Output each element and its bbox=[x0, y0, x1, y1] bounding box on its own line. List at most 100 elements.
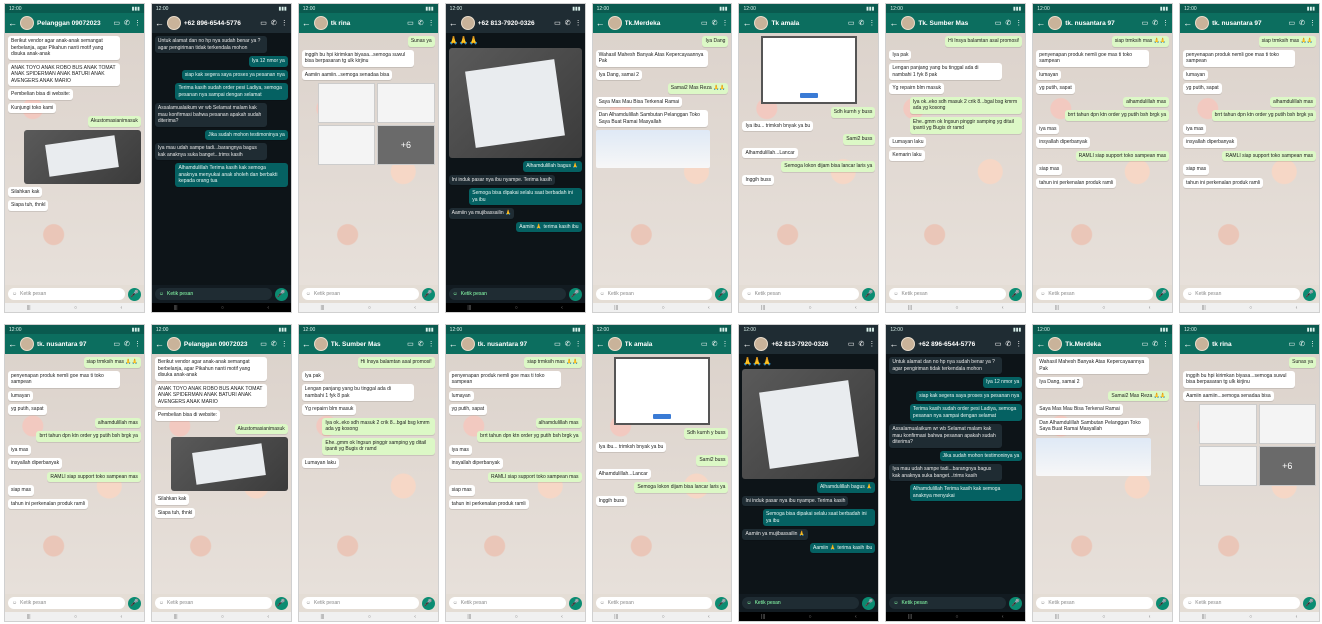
microphone-icon[interactable]: 🎤 bbox=[421, 287, 435, 301]
phone-call-icon[interactable]: ✆ bbox=[271, 340, 277, 348]
emoji-icon[interactable]: ☺ bbox=[453, 600, 458, 606]
home-icon[interactable]: ○ bbox=[1102, 614, 1105, 620]
video-call-icon[interactable]: ▭ bbox=[1142, 340, 1149, 348]
home-icon[interactable]: ○ bbox=[368, 305, 371, 311]
back-arrow-icon[interactable]: ← bbox=[302, 339, 311, 349]
contact-name[interactable]: tk. nusantara 97 bbox=[1212, 20, 1285, 27]
recent-apps-icon[interactable]: ||| bbox=[1055, 614, 1059, 620]
recent-apps-icon[interactable]: ||| bbox=[27, 305, 31, 311]
recent-apps-icon[interactable]: ||| bbox=[320, 614, 324, 620]
back-arrow-icon[interactable]: ← bbox=[742, 339, 751, 349]
contact-name[interactable]: Tk amala bbox=[771, 20, 844, 27]
phone-call-icon[interactable]: ✆ bbox=[1299, 19, 1305, 27]
home-icon[interactable]: ○ bbox=[74, 614, 77, 620]
home-icon[interactable]: ○ bbox=[515, 305, 518, 311]
album-thumbnail[interactable] bbox=[317, 83, 376, 123]
message-input[interactable]: ☺ Ketik pesan bbox=[301, 288, 419, 300]
home-icon[interactable]: ○ bbox=[74, 305, 77, 311]
back-icon[interactable]: ‹ bbox=[708, 305, 710, 311]
avatar[interactable] bbox=[20, 16, 34, 30]
phone-call-icon[interactable]: ✆ bbox=[712, 19, 718, 27]
microphone-icon[interactable]: 🎤 bbox=[715, 287, 729, 301]
microphone-icon[interactable]: 🎤 bbox=[862, 287, 876, 301]
back-arrow-icon[interactable]: ← bbox=[889, 339, 898, 349]
back-icon[interactable]: ‹ bbox=[1149, 614, 1151, 620]
microphone-icon[interactable]: 🎤 bbox=[1009, 287, 1023, 301]
avatar[interactable] bbox=[901, 16, 916, 30]
image-album[interactable]: +6 bbox=[1199, 404, 1317, 486]
microphone-icon[interactable]: 🎤 bbox=[421, 596, 435, 610]
emoji-icon[interactable]: ☺ bbox=[306, 291, 311, 297]
microphone-icon[interactable]: 🎤 bbox=[568, 287, 582, 301]
video-call-icon[interactable]: ▭ bbox=[113, 340, 120, 348]
microphone-icon[interactable]: 🎤 bbox=[127, 287, 141, 301]
phone-call-icon[interactable]: ✆ bbox=[1005, 19, 1011, 27]
video-call-icon[interactable]: ▭ bbox=[1142, 19, 1149, 27]
message-input[interactable]: ☺ Ketik pesan bbox=[8, 597, 125, 609]
contact-name[interactable]: tk. nusantara 97 bbox=[1065, 20, 1138, 27]
recent-apps-icon[interactable]: ||| bbox=[614, 305, 618, 311]
back-arrow-icon[interactable]: ← bbox=[449, 18, 458, 28]
avatar[interactable] bbox=[1048, 16, 1063, 30]
phone-call-icon[interactable]: ✆ bbox=[1152, 340, 1158, 348]
home-icon[interactable]: ○ bbox=[368, 614, 371, 620]
home-icon[interactable]: ○ bbox=[1102, 305, 1105, 311]
message-input[interactable]: ☺ Ketik pesan bbox=[1036, 288, 1154, 300]
emoji-icon[interactable]: ☺ bbox=[1040, 291, 1045, 297]
emoji-icon[interactable]: ☺ bbox=[1187, 600, 1192, 606]
home-icon[interactable]: ○ bbox=[808, 614, 811, 620]
more-options-icon[interactable]: ⋮ bbox=[721, 19, 728, 27]
home-icon[interactable]: ○ bbox=[808, 305, 811, 311]
contact-name[interactable]: Tk. Sumber Mas bbox=[331, 341, 404, 348]
emoji-icon[interactable]: ☺ bbox=[600, 291, 605, 297]
recent-apps-icon[interactable]: ||| bbox=[908, 305, 912, 311]
image-attachment[interactable] bbox=[448, 48, 582, 158]
album-thumbnail[interactable] bbox=[317, 125, 376, 165]
avatar[interactable] bbox=[313, 16, 328, 30]
message-input[interactable]: ☺ Ketik pesan bbox=[154, 597, 272, 609]
more-options-icon[interactable]: ⋮ bbox=[1309, 340, 1316, 348]
more-options-icon[interactable]: ⋮ bbox=[721, 340, 728, 348]
back-icon[interactable]: ‹ bbox=[1149, 305, 1151, 311]
recent-apps-icon[interactable]: ||| bbox=[761, 614, 765, 620]
back-icon[interactable]: ‹ bbox=[1296, 305, 1298, 311]
emoji-icon[interactable]: ☺ bbox=[306, 600, 311, 606]
contact-name[interactable]: +62 813-7920-0326 bbox=[478, 20, 551, 27]
back-arrow-icon[interactable]: ← bbox=[596, 339, 605, 349]
more-options-icon[interactable]: ⋮ bbox=[1015, 19, 1022, 27]
message-input[interactable]: ☺ Ketik pesan bbox=[595, 597, 713, 609]
album-thumbnail[interactable] bbox=[1199, 404, 1257, 444]
avatar[interactable] bbox=[460, 337, 475, 351]
microphone-icon[interactable]: 🎤 bbox=[862, 596, 876, 610]
home-icon[interactable]: ○ bbox=[955, 614, 958, 620]
back-icon[interactable]: ‹ bbox=[561, 614, 563, 620]
emoji-icon[interactable]: ☺ bbox=[12, 600, 17, 606]
more-options-icon[interactable]: ⋮ bbox=[134, 340, 141, 348]
message-input[interactable]: ☺ Ketik pesan bbox=[595, 288, 713, 300]
recent-apps-icon[interactable]: ||| bbox=[614, 614, 618, 620]
more-options-icon[interactable]: ⋮ bbox=[281, 340, 288, 348]
back-arrow-icon[interactable]: ← bbox=[155, 339, 164, 349]
contact-name[interactable]: tk rina bbox=[331, 20, 404, 27]
emoji-icon[interactable]: ☺ bbox=[159, 600, 164, 606]
microphone-icon[interactable]: 🎤 bbox=[127, 596, 141, 610]
back-arrow-icon[interactable]: ← bbox=[889, 18, 898, 28]
back-arrow-icon[interactable]: ← bbox=[449, 339, 458, 349]
image-attachment[interactable] bbox=[1036, 437, 1151, 476]
video-call-icon[interactable]: ▭ bbox=[1289, 340, 1296, 348]
back-arrow-icon[interactable]: ← bbox=[1036, 339, 1045, 349]
avatar[interactable] bbox=[607, 337, 622, 351]
phone-call-icon[interactable]: ✆ bbox=[418, 19, 424, 27]
emoji-icon[interactable]: ☺ bbox=[746, 291, 751, 297]
video-call-icon[interactable]: ▭ bbox=[407, 340, 414, 348]
avatar[interactable] bbox=[313, 337, 328, 351]
contact-name[interactable]: Pelanggan 09072023 bbox=[184, 341, 257, 348]
emoji-icon[interactable]: ☺ bbox=[1187, 291, 1192, 297]
microphone-icon[interactable]: 🎤 bbox=[568, 596, 582, 610]
video-call-icon[interactable]: ▭ bbox=[701, 19, 708, 27]
microphone-icon[interactable]: 🎤 bbox=[1009, 596, 1023, 610]
back-arrow-icon[interactable]: ← bbox=[8, 18, 17, 28]
more-options-icon[interactable]: ⋮ bbox=[428, 19, 435, 27]
emoji-icon[interactable]: ☺ bbox=[893, 291, 898, 297]
emoji-icon[interactable]: ☺ bbox=[453, 291, 458, 297]
